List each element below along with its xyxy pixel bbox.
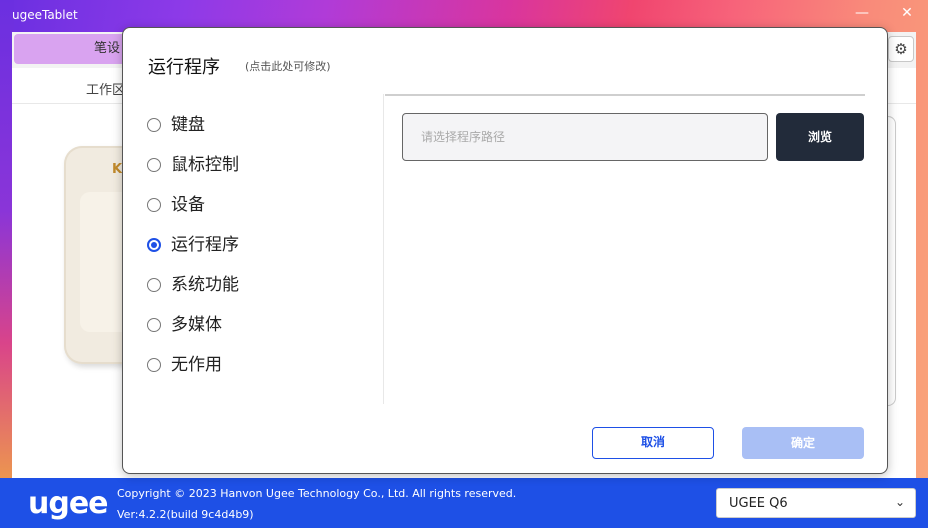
cancel-button[interactable]: 取消 bbox=[592, 427, 714, 459]
tab-workarea[interactable]: 工作区 bbox=[86, 79, 125, 98]
run-program-dialog: 运行程序 (点击此处可修改) 键盘 鼠标控制 设备 运行程序 系统功能 多媒体 bbox=[122, 27, 888, 474]
radio-button-selected[interactable] bbox=[147, 238, 161, 252]
tablet-brand-logo: K bbox=[112, 162, 123, 177]
program-path-input[interactable]: 请选择程序路径 bbox=[402, 113, 768, 161]
radio-button[interactable] bbox=[147, 318, 161, 332]
option-no-action[interactable]: 无作用 bbox=[147, 354, 347, 394]
option-keyboard[interactable]: 键盘 bbox=[147, 114, 347, 154]
confirm-button[interactable]: 确定 bbox=[742, 427, 864, 459]
copyright-text: Copyright © 2023 Hanvon Ugee Technology … bbox=[117, 487, 517, 500]
minimize-icon[interactable]: — bbox=[852, 4, 872, 22]
radio-button[interactable] bbox=[147, 198, 161, 212]
radio-button[interactable] bbox=[147, 158, 161, 172]
option-label: 键盘 bbox=[171, 115, 205, 135]
device-select[interactable]: UGEE Q6 ⌄ bbox=[716, 488, 916, 518]
option-system-function[interactable]: 系统功能 bbox=[147, 274, 347, 314]
option-label: 无作用 bbox=[171, 355, 222, 375]
option-label: 鼠标控制 bbox=[171, 155, 239, 175]
option-device[interactable]: 设备 bbox=[147, 194, 347, 234]
browse-button[interactable]: 浏览 bbox=[776, 113, 864, 161]
ugee-logo: ugee bbox=[28, 486, 109, 521]
device-select-value: UGEE Q6 bbox=[729, 496, 788, 511]
close-icon[interactable]: ✕ bbox=[897, 4, 917, 22]
option-label: 多媒体 bbox=[171, 315, 222, 335]
function-options: 键盘 鼠标控制 设备 运行程序 系统功能 多媒体 无作用 bbox=[147, 114, 347, 394]
footer: ugee Copyright © 2023 Hanvon Ugee Techno… bbox=[0, 478, 928, 528]
option-label: 设备 bbox=[171, 195, 205, 215]
app-title: ugeeTablet bbox=[12, 8, 78, 22]
option-label: 系统功能 bbox=[171, 275, 239, 295]
radio-button[interactable] bbox=[147, 358, 161, 372]
radio-button[interactable] bbox=[147, 278, 161, 292]
column-divider bbox=[383, 94, 384, 404]
option-label: 运行程序 bbox=[171, 235, 239, 255]
option-run-program[interactable]: 运行程序 bbox=[147, 234, 347, 274]
tab-pen-settings[interactable]: 笔设 bbox=[14, 34, 134, 64]
header-divider bbox=[385, 94, 865, 96]
option-multimedia[interactable]: 多媒体 bbox=[147, 314, 347, 354]
dialog-title-hint[interactable]: (点击此处可修改) bbox=[245, 58, 331, 74]
version-text: Ver:4.2.2(build 9c4d4b9) bbox=[117, 508, 254, 521]
chevron-down-icon: ⌄ bbox=[895, 495, 906, 509]
gear-icon[interactable]: ⚙ bbox=[888, 36, 914, 62]
radio-button[interactable] bbox=[147, 118, 161, 132]
title-bar: ugeeTablet — ✕ bbox=[0, 0, 928, 30]
option-mouse-control[interactable]: 鼠标控制 bbox=[147, 154, 347, 194]
dialog-title[interactable]: 运行程序 bbox=[148, 53, 220, 79]
